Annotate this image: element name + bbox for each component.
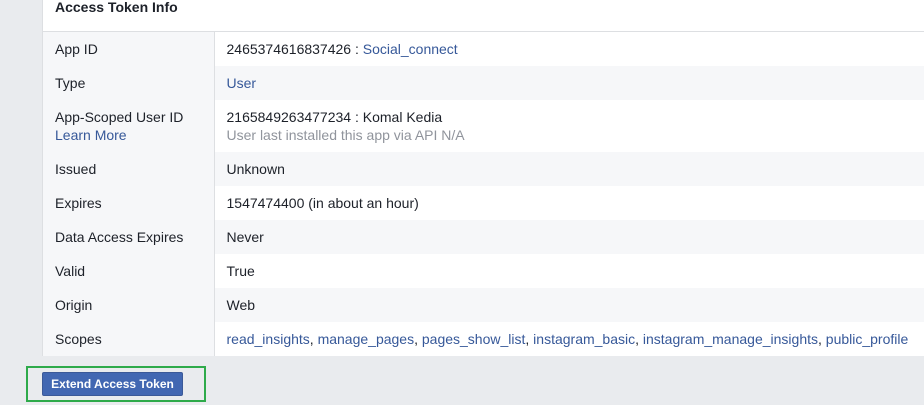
user-id-separator: :: [351, 109, 363, 125]
table-row-type: Type User: [43, 66, 924, 100]
scope-link[interactable]: instagram_basic: [533, 331, 635, 347]
row-value-data-access-expires: Never: [214, 220, 924, 254]
scope-link[interactable]: instagram_manage_insights: [643, 331, 818, 347]
table-row-expires: Expires 1547474400 (in about an hour): [43, 186, 924, 220]
row-label-origin: Origin: [43, 288, 215, 322]
user-id-label: App-Scoped User ID: [55, 109, 184, 125]
scope-separator: ,: [525, 331, 534, 347]
row-label-data-access-expires: Data Access Expires: [43, 220, 215, 254]
table-row-data-access-expires: Data Access Expires Never: [43, 220, 924, 254]
scope-separator: ,: [414, 331, 422, 347]
user-name: Komal Kedia: [362, 109, 443, 125]
scope-separator: ,: [818, 331, 826, 347]
panel-title: Access Token Info: [55, 0, 178, 15]
app-id-separator: :: [351, 41, 363, 57]
row-value-issued: Unknown: [214, 152, 924, 186]
row-label-issued: Issued: [43, 152, 215, 186]
scope-link[interactable]: read_insights: [227, 331, 310, 347]
table-row-valid: Valid True: [43, 254, 924, 288]
user-id-line: 2165849263477234 : Komal Kedia: [227, 108, 913, 126]
scope-separator: ,: [309, 331, 318, 347]
row-value-type: User: [214, 66, 924, 100]
panel-header: Access Token Info: [43, 0, 924, 32]
row-value-valid: True: [214, 254, 924, 288]
row-label-scopes: Scopes: [43, 322, 215, 356]
row-value-user-id: 2165849263477234 : Komal Kedia User last…: [214, 100, 924, 152]
row-label-expires: Expires: [43, 186, 215, 220]
row-label-app-id: App ID: [43, 32, 215, 66]
row-value-origin: Web: [214, 288, 924, 322]
extend-access-token-button[interactable]: Extend Access Token: [42, 372, 183, 396]
scope-link[interactable]: manage_pages: [318, 331, 415, 347]
table-row-origin: Origin Web: [43, 288, 924, 322]
learn-more-link[interactable]: Learn More: [55, 126, 202, 144]
table-row-user-id: App-Scoped User ID Learn More 2165849263…: [43, 100, 924, 152]
access-token-info-panel: Access Token Info App ID 246537461683742…: [42, 0, 924, 356]
row-value-app-id: 2465374616837426 : Social_connect: [214, 32, 924, 66]
app-name-link[interactable]: Social_connect: [363, 41, 458, 57]
row-value-scopes: read_insights, manage_pages, pages_show_…: [214, 322, 924, 356]
table-row-issued: Issued Unknown: [43, 152, 924, 186]
user-id-value: 2165849263477234: [226, 109, 352, 125]
row-label-type: Type: [43, 66, 215, 100]
scope-link[interactable]: public_profile: [826, 331, 909, 347]
row-label-valid: Valid: [43, 254, 215, 288]
table-row-app-id: App ID 2465374616837426 : Social_connect: [43, 32, 924, 66]
app-id-value: 2465374616837426: [226, 41, 352, 57]
scope-link[interactable]: pages_show_list: [422, 331, 526, 347]
token-info-table: App ID 2465374616837426 : Social_connect…: [43, 32, 924, 356]
row-label-user-id: App-Scoped User ID Learn More: [43, 100, 215, 152]
table-row-scopes: Scopes read_insights, manage_pages, page…: [43, 322, 924, 356]
row-value-expires: 1547474400 (in about an hour): [214, 186, 924, 220]
scope-separator: ,: [635, 331, 643, 347]
install-note: User last installed this app via API N/A: [226, 127, 465, 143]
type-link[interactable]: User: [227, 75, 257, 91]
